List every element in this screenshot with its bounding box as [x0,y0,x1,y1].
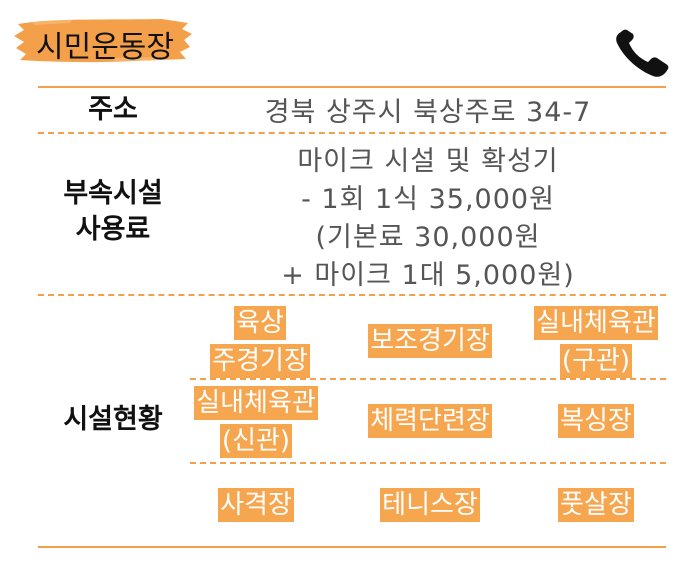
facility-name-line: 테니스장 [380,488,480,522]
facility-item: 풋살장 [516,486,676,524]
address-label: 주소 [88,94,138,125]
facility-name-line: 체력단련장 [368,404,492,438]
facility-item: 사격장 [176,486,336,524]
facility-item: 복싱장 [516,402,676,440]
fee-line: - 1회 1식 35,000원 [301,184,555,215]
address-value: 경북 상주시 북상주로 34-7 [264,97,592,128]
fee-line: + 마이크 1대 5,000원) [281,260,575,291]
facility-name-line: 실내체육관 [194,386,318,420]
facility-name-line: 보조경기장 [368,324,492,358]
grid-divider-1 [190,378,666,380]
facility-item: 실내체육관 (신관) [176,384,336,460]
facility-item: 보조경기장 [350,322,510,360]
facility-name-line: 사격장 [218,488,294,522]
facilities-label: 시설현황 [63,404,163,435]
fee-label-line2: 사용료 [75,214,151,245]
fee-line: (기본료 30,000원 [315,222,541,253]
facility-item: 실내체육관 (구관) [516,304,676,380]
facility-name-line: 육상 [234,306,286,340]
title-banner: 시민운동장 [12,14,194,66]
facility-name-line: 복싱장 [558,404,634,438]
facility-name-line: (구관) [559,344,633,378]
facility-item: 체력단련장 [350,402,510,440]
facility-item: 테니스장 [350,486,510,524]
page-title: 시민운동장 [36,30,174,65]
fee-line: 마이크 시설 및 확성기 [297,146,559,177]
phone-icon [616,29,669,77]
fee-label-line1: 부속시설 [63,178,163,209]
table-top-border [38,86,666,88]
fee-label: 부속시설 사용료 [38,176,188,248]
facility-name-line: 주경기장 [210,344,310,378]
table-bottom-border [38,546,666,548]
grid-divider-2 [190,462,666,464]
facility-name-line: 풋살장 [558,488,634,522]
facility-name-line: (신관) [219,424,293,458]
row-divider-1 [38,132,666,134]
fee-description: 마이크 시설 및 확성기 - 1회 1식 35,000원 (기본료 30,000… [190,143,666,295]
row-divider-2 [38,294,666,296]
facility-name-line: 실내체육관 [534,306,658,340]
facility-item: 육상 주경기장 [180,304,340,380]
